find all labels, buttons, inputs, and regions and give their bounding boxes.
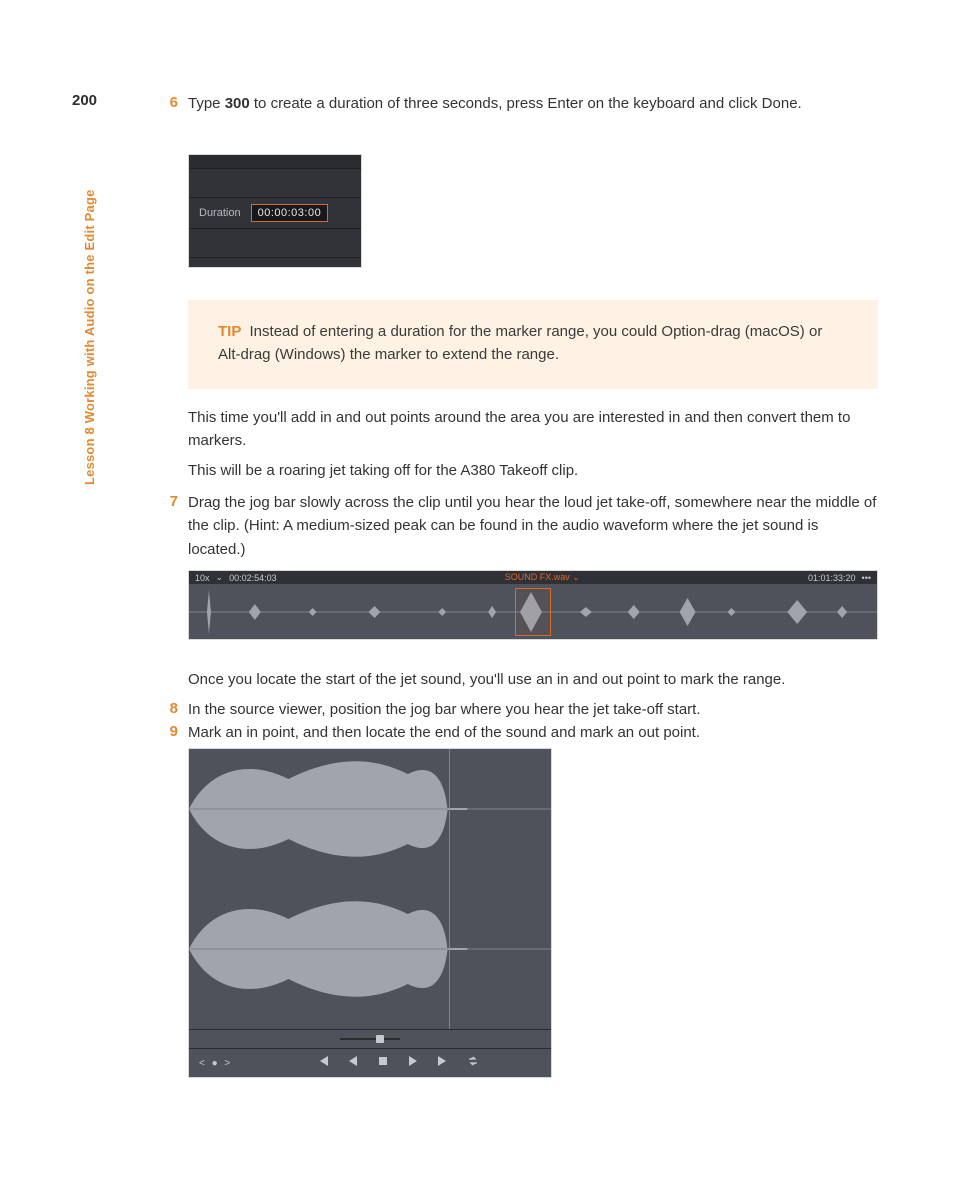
duration-value-field: 00:00:03:00 — [251, 204, 329, 222]
zoom-level: 10x — [195, 573, 210, 583]
tip-box: TIP Instead of entering a duration for t… — [188, 300, 878, 389]
stop-icon — [377, 1054, 389, 1072]
play-icon — [407, 1054, 419, 1072]
step6-text: Type 300 to create a duration of three s… — [188, 92, 878, 115]
step-number-7: 7 — [158, 493, 178, 510]
clip-name: SOUND FX.wav — [505, 572, 570, 582]
step7-text: Drag the jog bar slowly across the clip … — [188, 491, 878, 561]
nav-arrows: < ● > — [199, 1058, 232, 1069]
skip-back-icon — [317, 1054, 329, 1072]
step9-text: Mark an in point, and then locate the en… — [188, 721, 878, 744]
para-3: Once you locate the start of the jet sou… — [188, 668, 878, 691]
scrub-handle — [376, 1035, 384, 1043]
step8-text: In the source viewer, position the jog b… — [188, 698, 878, 721]
playhead — [449, 749, 450, 1029]
tip-label: TIP — [218, 323, 241, 340]
lesson-side-label: Lesson 8 Working with Audio on the Edit … — [82, 189, 97, 485]
more-icon: ••• — [862, 573, 871, 583]
para-1: This time you'll add in and out points a… — [188, 406, 878, 453]
chevron-down-icon: ⌄ — [572, 572, 580, 582]
step-number-6: 6 — [158, 94, 178, 111]
loop-icon — [467, 1054, 479, 1072]
selection-range — [515, 588, 551, 636]
source-viewer-screenshot: < ● > — [188, 748, 552, 1078]
duration-panel-screenshot: Duration 00:00:03:00 — [188, 154, 362, 268]
tc-left: 00:02:54:03 — [229, 573, 277, 583]
para-2: This will be a roaring jet taking off fo… — [188, 459, 878, 482]
tc-right: 01:01:33:20 — [808, 573, 856, 583]
skip-forward-icon — [437, 1054, 449, 1072]
scrub-bar — [189, 1029, 551, 1048]
play-reverse-icon — [347, 1054, 359, 1072]
step-number-8: 8 — [158, 700, 178, 717]
chevron-down-icon: ⌄ — [216, 572, 224, 583]
duration-label: Duration — [199, 207, 241, 219]
step-number-9: 9 — [158, 723, 178, 740]
page-number: 200 — [72, 92, 97, 109]
waveform-viewer-screenshot: 10x ⌄ 00:02:54:03 SOUND FX.wav ⌄ 01:01:3… — [188, 570, 878, 640]
tip-text: Instead of entering a duration for the m… — [218, 323, 822, 363]
